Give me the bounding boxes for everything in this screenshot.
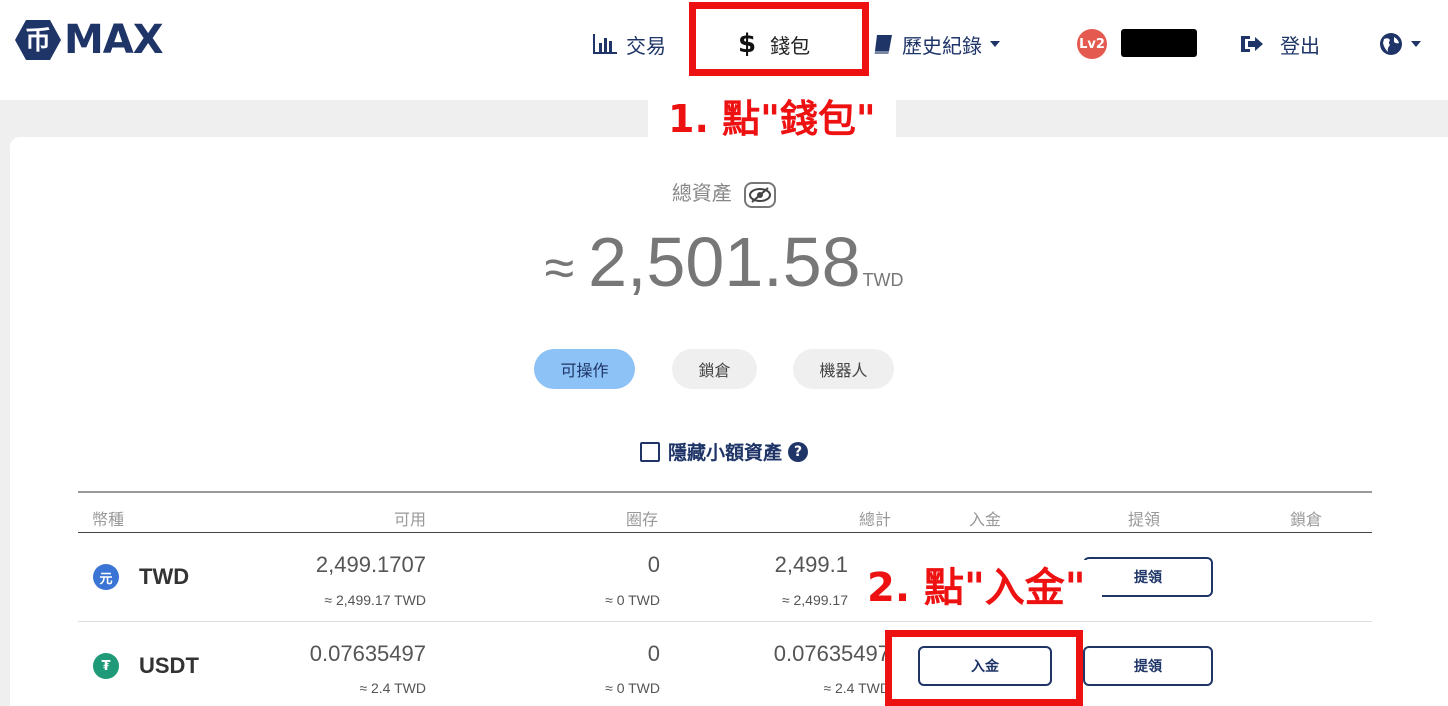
wallet-highlight-box [689, 2, 869, 76]
col-header-withdraw: 提領 [1128, 510, 1161, 529]
user-menu[interactable]: Lv2 [1077, 28, 1107, 60]
usdt-coin-icon: ₮ [93, 653, 119, 679]
table-row-usdt-coin: ₮ USDT [93, 653, 199, 679]
total-assets-value: ≈2,501.58 TWD [0, 222, 1448, 302]
twd-total: 2,499.1 [774, 552, 848, 577]
table-row-divider [78, 621, 1372, 622]
hide-small-checkbox[interactable] [640, 441, 660, 462]
sign-out-icon [1241, 36, 1263, 52]
nav-trade[interactable]: 交易 [592, 28, 666, 60]
usdt-locked: 0 [647, 641, 660, 666]
username-redacted [1121, 29, 1197, 57]
eye-toggle-icon[interactable] [744, 181, 777, 208]
annotation-step2: 2. 點"入金" [851, 560, 1102, 616]
table-top-border [78, 491, 1372, 493]
usdt-withdraw-button[interactable]: 提領 [1083, 646, 1213, 686]
usdt-available: 0.07635497 [309, 641, 426, 666]
bar-chart-icon [593, 34, 617, 54]
total-assets-amount: 2,501.58 [588, 223, 861, 301]
nav-logout[interactable]: 登出 [1240, 28, 1320, 60]
table-header-divider [78, 532, 1372, 533]
total-assets-label: 總資產 [671, 181, 732, 205]
twd-coin-name: TWD [139, 564, 190, 589]
nav-history[interactable]: 歷史紀錄 [872, 28, 1000, 60]
twd-locked: 0 [647, 552, 660, 577]
col-header-deposit: 入金 [969, 510, 1002, 529]
max-hexagon-logo-icon: 币 [15, 20, 61, 60]
globe-icon [1380, 33, 1402, 55]
twd-withdraw-button[interactable]: 提領 [1083, 557, 1213, 597]
tab-bots[interactable]: 機器人 [793, 349, 894, 389]
total-assets-unit: TWD [862, 270, 904, 290]
nav-trade-label: 交易 [626, 33, 666, 58]
col-header-total: 總計 [859, 510, 892, 529]
chevron-down-icon [1411, 41, 1421, 47]
total-assets-header: 總資產 [0, 177, 1448, 208]
twd-available-twd: ≈ 2,499.17 TWD [324, 592, 426, 608]
twd-locked-twd: ≈ 0 TWD [605, 592, 660, 608]
language-selector[interactable] [1379, 28, 1421, 60]
twd-available: 2,499.1707 [315, 552, 426, 577]
tab-available[interactable]: 可操作 [534, 349, 635, 389]
usdt-available-twd: ≈ 2.4 TWD [359, 680, 426, 696]
book-icon [874, 35, 892, 54]
brand-name: MAX [64, 17, 164, 63]
usdt-total: 0.07635497 [773, 641, 890, 666]
deposit-highlight-box [885, 630, 1083, 706]
svg-text:币: 币 [25, 26, 51, 56]
top-navbar: 币 MAX 交易 $ 錢包 歷史紀錄 Lv2 登出 [0, 0, 1448, 100]
question-circle-icon[interactable]: ? [788, 441, 809, 462]
approx-symbol: ≈ [544, 238, 575, 298]
col-header-available: 可用 [394, 510, 427, 529]
annotation-step1: 1. 點"錢包" [648, 94, 896, 144]
twd-total-twd: ≈ 2,499.17 [781, 592, 848, 608]
nav-history-label: 歷史紀錄 [902, 33, 982, 58]
tab-locked[interactable]: 鎖倉 [672, 349, 757, 389]
user-level-badge: Lv2 [1077, 29, 1107, 59]
hide-small-assets[interactable]: 隱藏小額資產 ? [640, 438, 809, 465]
nav-logout-label: 登出 [1280, 33, 1320, 58]
table-row-twd-coin: 元 TWD [93, 564, 189, 590]
brand-logo[interactable]: 币 MAX [14, 17, 164, 63]
twd-coin-icon: 元 [93, 564, 119, 590]
col-header-locked: 圈存 [626, 510, 659, 529]
usdt-coin-name: USDT [139, 653, 199, 678]
usdt-total-twd: ≈ 2.4 TWD [823, 680, 890, 696]
col-header-coin: 幣種 [92, 510, 125, 529]
chevron-down-icon [990, 41, 1000, 47]
col-header-lock: 鎖倉 [1290, 510, 1323, 529]
hide-small-label: 隱藏小額資產 [668, 442, 783, 464]
usdt-locked-twd: ≈ 0 TWD [605, 680, 660, 696]
